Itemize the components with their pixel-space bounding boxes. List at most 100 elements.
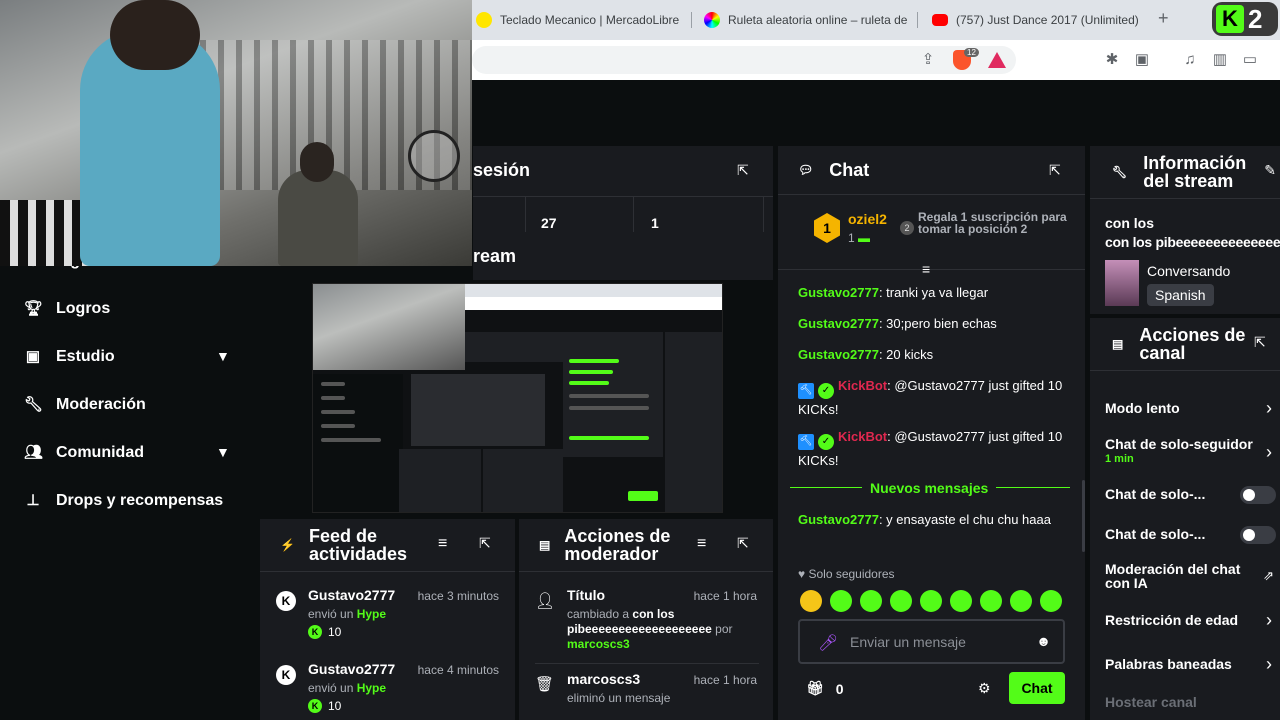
user-edit-icon: 👤︎: [535, 593, 556, 610]
feed-user[interactable]: Gustavo2777: [308, 587, 395, 603]
kick-extension-badge[interactable]: K 2: [1212, 2, 1278, 36]
emote-icon[interactable]: [800, 590, 822, 612]
extensions-icon[interactable]: ✱: [1102, 50, 1122, 70]
top-gifters: 1 oziel2 1 ▬ 2 Regala 1 suscripción para…: [778, 194, 1085, 277]
host-channel-row[interactable]: Hostear canal: [1105, 694, 1197, 710]
popout-icon[interactable]: ⇱: [479, 535, 495, 551]
collapse-icon[interactable]: ≡: [922, 261, 930, 277]
chevron-right-icon[interactable]: ›: [1266, 442, 1272, 463]
activity-feed-panel: ⚡ Feed de actividades ≡ ⇱ K Gustavo2777 …: [260, 519, 515, 720]
bolt-icon: ⚡: [280, 538, 295, 552]
emote-icon[interactable]: [1010, 590, 1032, 612]
chevron-right-icon[interactable]: ›: [1266, 398, 1272, 419]
session-stats: 27 1: [473, 196, 773, 233]
popout-icon[interactable]: ⇱: [1254, 334, 1270, 350]
sidebar-item-moderacion[interactable]: 🔧︎ Moderación: [24, 396, 146, 414]
emote-icon[interactable]: [890, 590, 912, 612]
chevron-down-icon[interactable]: ▼: [216, 348, 230, 364]
send-chat-button[interactable]: Chat: [1009, 672, 1065, 704]
rank-badge: 1: [814, 213, 840, 243]
wallet-icon[interactable]: ▭: [1240, 50, 1260, 70]
external-link-icon[interactable]: ⇗: [1263, 568, 1274, 584]
browser-tab[interactable]: Ruleta aleatoria online – ruleta de: [704, 8, 918, 32]
banned-words-row[interactable]: Palabras baneadas: [1105, 656, 1232, 672]
stream-preview: [312, 283, 723, 513]
emote-icon[interactable]: [980, 590, 1002, 612]
sidebar-item-label: Estudio: [56, 348, 115, 365]
feed-text: envió un Hype: [308, 681, 387, 695]
feed-time: hace 3 minutos: [417, 589, 499, 603]
feed-user[interactable]: Gustavo2777: [308, 661, 395, 677]
emote-icon[interactable]: [1040, 590, 1062, 612]
moderator-badge-icon: 🔨︎: [798, 434, 814, 450]
chat-message: 🔨︎ ✓ KickBot: @Gustavo2777 just gifted 10 …: [798, 378, 1063, 417]
sidebar-item-estudio[interactable]: ▣ Estudio: [24, 348, 115, 366]
kick-logo-icon: K: [1216, 5, 1244, 33]
chevron-right-icon[interactable]: ›: [1266, 654, 1272, 675]
emote-icon[interactable]: [860, 590, 882, 612]
microphone-icon[interactable]: 🎤︎: [818, 633, 838, 653]
brave-rewards-icon[interactable]: [988, 52, 1006, 68]
extension-count: 2: [1248, 3, 1263, 34]
kicks-balance[interactable]: 🎁︎ 0: [806, 680, 844, 697]
feed-time: hace 4 minutos: [417, 663, 499, 677]
browser-tab[interactable]: Teclado Mecanico | MercadoLibre: [476, 8, 692, 32]
top-gifter-name[interactable]: oziel2: [848, 211, 887, 227]
studio-icon: ▣: [25, 348, 41, 365]
tab-title: Teclado Mecanico | MercadoLibre: [500, 13, 680, 27]
chat-input[interactable]: 🎤︎ Enviar un mensaje ☻: [798, 619, 1065, 664]
chat-message: Gustavo2777: 30;pero bien echas: [798, 316, 997, 331]
panel-title: sesión: [473, 159, 531, 180]
age-restriction-row[interactable]: Restricción de edad: [1105, 612, 1238, 628]
panel-title: Acciones de canal: [1139, 325, 1246, 363]
sidebar-item-comunidad[interactable]: 👥︎ Comunidad: [24, 444, 144, 462]
browser-tab[interactable]: (757) Just Dance 2017 (Unlimited): [932, 8, 1140, 32]
followers-only-row[interactable]: Chat de solo-seguidor: [1105, 436, 1255, 452]
emoji-icon[interactable]: ☻: [1036, 633, 1051, 649]
gift-prompt[interactable]: Regala 1 suscripción para tomar la posic…: [918, 211, 1078, 235]
wrench-icon: 🔧︎: [24, 396, 44, 413]
mod-action-title[interactable]: marcoscs3: [567, 671, 640, 687]
chevron-down-icon[interactable]: ▼: [216, 444, 230, 460]
popout-icon[interactable]: ⇱: [737, 162, 753, 178]
stream-title: con los con los pibeeeeeeeeeeeeeeeeeee: [1105, 215, 1280, 250]
settings-icon[interactable]: ⚙: [978, 680, 991, 697]
slow-mode-row[interactable]: Modo lento: [1105, 400, 1180, 416]
emote-icon[interactable]: [830, 590, 852, 612]
media-icon[interactable]: ♫: [1180, 50, 1200, 70]
share-icon[interactable]: ⇪: [918, 50, 938, 70]
emote-icon[interactable]: [950, 590, 972, 612]
emotes-only-toggle[interactable]: [1240, 526, 1276, 544]
subscribers-only-toggle[interactable]: [1240, 486, 1276, 504]
chat-scrollbar[interactable]: [1082, 480, 1085, 552]
mod-action-time: hace 1 hora: [693, 673, 757, 687]
filter-icon[interactable]: ≡: [697, 535, 706, 553]
log-icon: ▤: [539, 538, 551, 552]
ai-moderation-row[interactable]: Moderación del chat con IA: [1105, 562, 1245, 590]
chevron-right-icon[interactable]: ›: [1266, 610, 1272, 631]
drops-icon: ⊥: [26, 492, 40, 509]
category-name[interactable]: Conversando: [1147, 263, 1230, 279]
mod-action-text: cambiado a con los pibeeeeeeeeeeeeeeeeee…: [567, 607, 733, 651]
filter-icon[interactable]: ≡: [438, 535, 447, 553]
emote-icon[interactable]: [920, 590, 942, 612]
edit-icon[interactable]: ✎: [1264, 162, 1276, 179]
chat-bubble-icon: 💬︎: [798, 163, 814, 177]
new-tab-button[interactable]: +: [1158, 8, 1169, 29]
sidebar-icon[interactable]: ▥: [1210, 50, 1230, 70]
screenshot-icon[interactable]: ▣: [1132, 50, 1152, 70]
subscribers-only-row: Chat de solo-...: [1105, 486, 1206, 502]
followers-only-duration: 1 min: [1105, 453, 1134, 465]
sidebar-item-drops[interactable]: ⊥ Drops y recompensas: [24, 492, 223, 510]
popout-icon[interactable]: ⇱: [737, 535, 753, 551]
stat-value: 27: [541, 215, 557, 231]
gift-icon: 🎁︎: [806, 680, 824, 696]
kick-logo-icon: K: [276, 591, 296, 611]
sidebar-item-logros[interactable]: 🏆︎ Logros: [24, 300, 110, 318]
top-gifter-count: 1 ▬: [848, 231, 871, 245]
chat-message: Gustavo2777: y ensayaste el chu chu haaa: [798, 512, 1051, 527]
popout-icon[interactable]: ⇱: [1049, 162, 1065, 178]
sidebar-item-label: Drops y recompensas: [56, 492, 224, 509]
mod-action-title: Título: [567, 587, 606, 603]
panel-title: ream: [473, 245, 517, 266]
